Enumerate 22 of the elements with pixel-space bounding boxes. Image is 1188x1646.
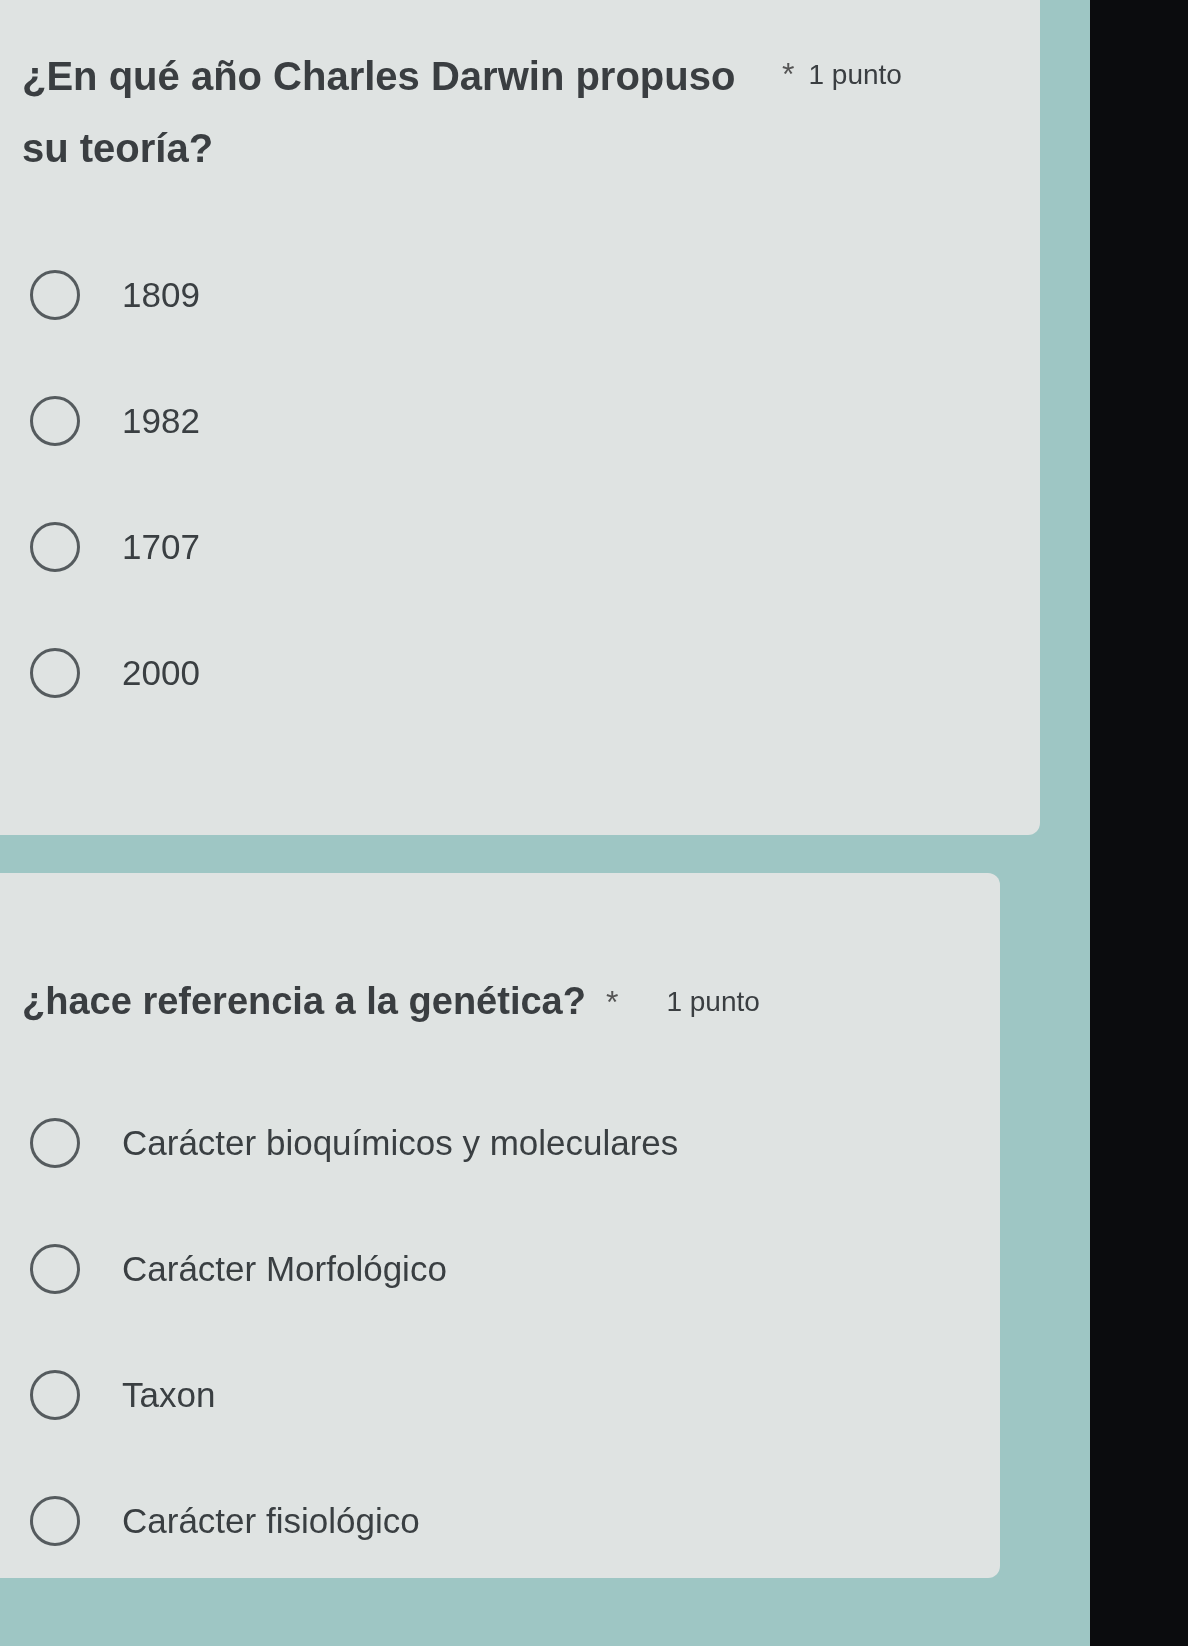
- required-mark: *: [782, 55, 795, 94]
- radio-button[interactable]: [30, 1370, 80, 1420]
- radio-button[interactable]: [30, 1244, 80, 1294]
- question-title: ¿En qué año Charles Darwin propuso su teoría?: [22, 53, 737, 172]
- option-label: Taxon: [122, 1373, 216, 1416]
- option-label: 1707: [122, 525, 200, 568]
- option-label: 1982: [122, 399, 200, 442]
- radio-button[interactable]: [30, 522, 80, 572]
- radio-button[interactable]: [30, 1118, 80, 1168]
- radio-button[interactable]: [30, 396, 80, 446]
- points-label: 1 punto: [666, 984, 760, 1019]
- question-title: ¿hace referencia a la genética?: [22, 979, 586, 1024]
- required-mark: *: [605, 982, 619, 1022]
- option-label: Carácter bioquímicos y moleculares: [122, 1121, 679, 1164]
- points-label: 1 punto: [808, 58, 902, 92]
- radio-button[interactable]: [30, 270, 80, 320]
- option-label: 2000: [122, 651, 200, 694]
- option-label: 1809: [122, 273, 200, 316]
- radio-button[interactable]: [30, 1496, 80, 1546]
- radio-button[interactable]: [30, 648, 80, 698]
- option-label: Carácter Morfológico: [122, 1247, 447, 1290]
- option-label: Carácter fisiológico: [122, 1499, 420, 1542]
